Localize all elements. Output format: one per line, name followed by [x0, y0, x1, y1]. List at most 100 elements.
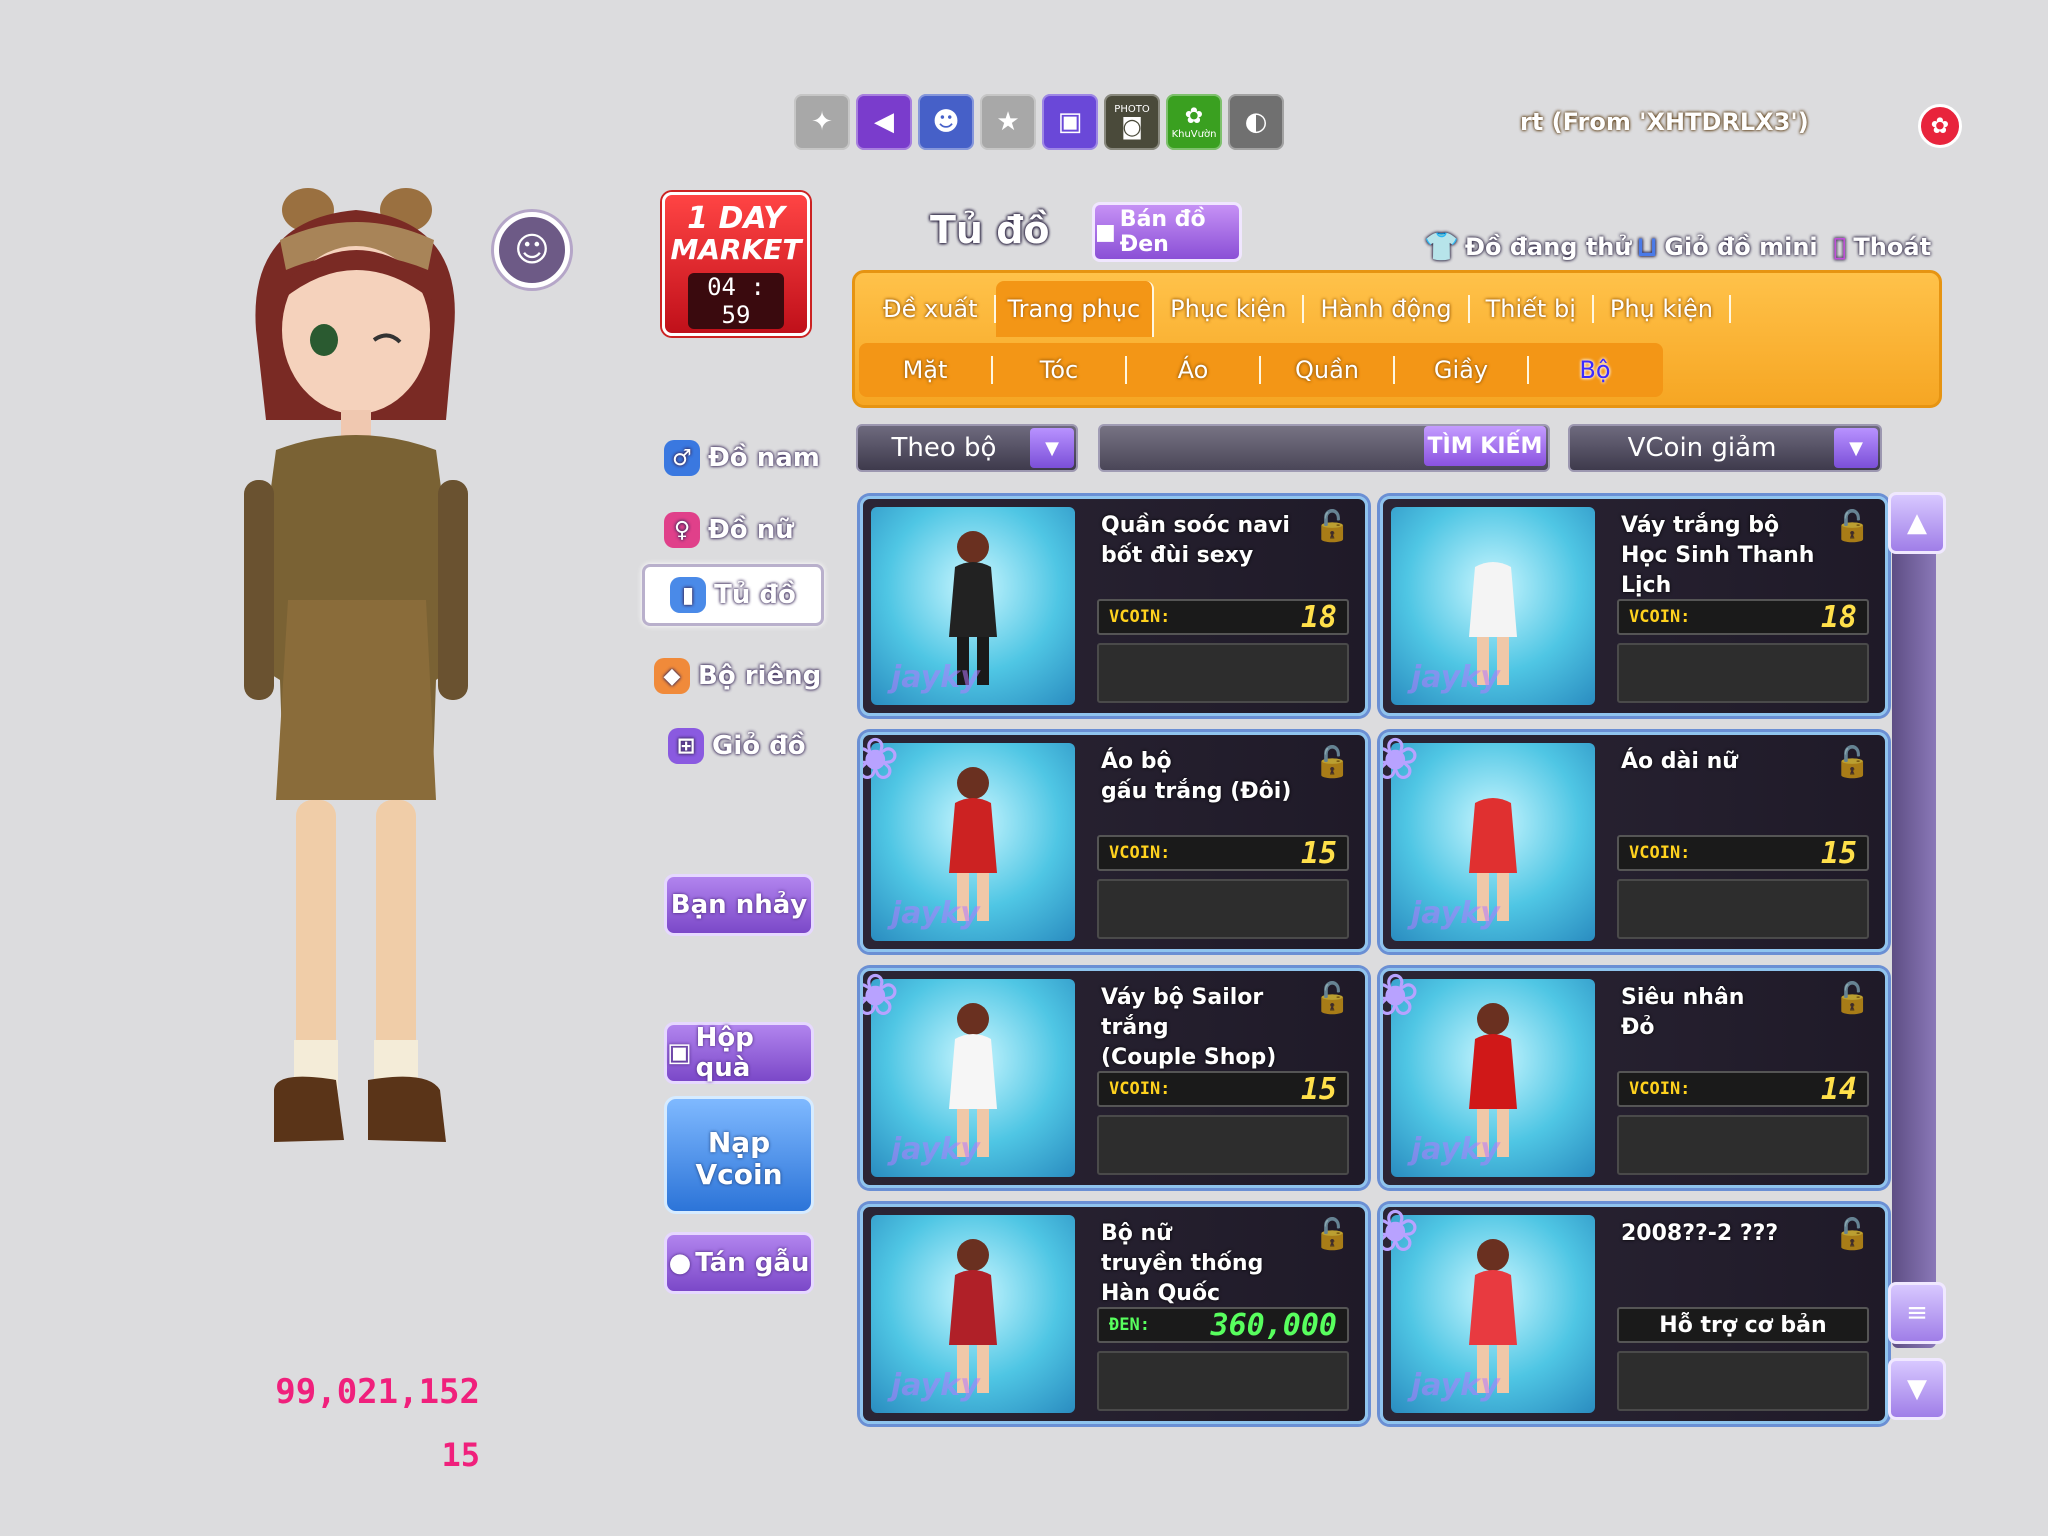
menu-women-clothes[interactable]: ♀ Đồ nữ: [664, 512, 794, 548]
menu-wardrobe[interactable]: ▮ Tủ đồ: [642, 564, 824, 626]
lock-icon[interactable]: 🔓: [1834, 1217, 1871, 1252]
new-ribbon-icon: ❀: [863, 735, 900, 793]
subtab-hair[interactable]: Tóc: [993, 356, 1127, 384]
scroll-thumb[interactable]: ≡: [1888, 1282, 1946, 1344]
lock-icon[interactable]: 🔓: [1314, 981, 1351, 1016]
item-price: VCOIN: 14: [1617, 1071, 1869, 1107]
exit-link[interactable]: ▯ Thoát: [1832, 230, 1931, 263]
category-select[interactable]: Theo bộ ▼: [856, 424, 1078, 472]
page-title: Tủ đồ: [930, 208, 1050, 252]
new-ribbon-icon: ❀: [1383, 1207, 1420, 1265]
subtab-face[interactable]: Mặt: [859, 356, 993, 384]
item-action-bar[interactable]: [1097, 643, 1349, 703]
item-card[interactable]: jayky ❀ Siêu nhân Đỏ 🔓 VCOIN: 14: [1380, 968, 1888, 1188]
item-name: Áo dài nữ: [1621, 749, 1738, 774]
item-card[interactable]: jayky ❀ Áo dài nữ 🔓 VCOIN: 15: [1380, 732, 1888, 952]
subtab-shoes[interactable]: Giầy: [1395, 356, 1529, 384]
lock-icon[interactable]: 🔓: [1314, 745, 1351, 780]
tab-accessories-1[interactable]: Phục kiện: [1154, 295, 1305, 323]
one-day-market-button[interactable]: 1 DAY MARKET 04 : 59: [662, 192, 810, 336]
item-card[interactable]: jayky ❀ 2008??-2 ??? 🔓 Hỗ trợ cơ bản: [1380, 1204, 1888, 1424]
item-image: jayky: [1391, 507, 1595, 705]
friends-icon[interactable]: ☻: [918, 94, 974, 150]
item-price: VCOIN: 18: [1617, 599, 1869, 635]
chevron-down-icon: ▼: [1030, 428, 1074, 468]
item-action-bar[interactable]: [1097, 1351, 1349, 1411]
item-action-bar[interactable]: [1617, 1351, 1869, 1411]
chat-icon: ●: [668, 1248, 692, 1278]
watermark: jayky: [891, 660, 980, 695]
tab-devices[interactable]: Thiết bị: [1470, 295, 1594, 323]
item-image: jayky: [871, 507, 1075, 705]
sell-den-button[interactable]: ■ Bán đồ Đen: [1092, 202, 1242, 262]
level-value: 15: [441, 1436, 480, 1474]
gift-box-button[interactable]: ▣ Hộp quà: [664, 1022, 814, 1084]
subtab-sets[interactable]: Bộ: [1529, 356, 1661, 384]
item-card[interactable]: jayky Váy trắng bộ Học Sinh Thanh Lịch (…: [1380, 496, 1888, 716]
menu-men-clothes[interactable]: ♂ Đồ nam: [664, 440, 820, 476]
blank-slot-icon[interactable]: ✦: [794, 94, 850, 150]
lock-icon[interactable]: 🔓: [1314, 509, 1351, 544]
lock-icon[interactable]: 🔓: [1314, 1217, 1351, 1252]
item-price: VCOIN: 15: [1097, 1071, 1349, 1107]
item-action-bar[interactable]: [1617, 643, 1869, 703]
search-button[interactable]: TÌM KIẾM: [1424, 426, 1546, 466]
user-icon: ☺: [514, 230, 550, 270]
star-slot-icon[interactable]: ★: [980, 94, 1036, 150]
garden-icon[interactable]: ✿ KhuVườn: [1166, 94, 1222, 150]
currency-label: VCOIN:: [1109, 1079, 1171, 1099]
lock-icon[interactable]: 🔓: [1834, 509, 1871, 544]
sort-select[interactable]: VCoin giảm ▼: [1568, 424, 1882, 472]
topup-vcoin-button[interactable]: Nạp Vcoin: [664, 1096, 814, 1214]
lock-icon[interactable]: 🔓: [1834, 981, 1871, 1016]
gift-icon: ▣: [667, 1038, 692, 1068]
item-card[interactable]: jayky Quần soóc navi bốt đùi sexy 🔓 VCOI…: [860, 496, 1368, 716]
watermark: jayky: [1411, 1368, 1500, 1403]
item-action-bar[interactable]: [1617, 1115, 1869, 1175]
mini-basket-link[interactable]: ⊔ Giỏ đồ mini: [1636, 230, 1818, 263]
menu-private-sets[interactable]: ◆ Bộ riêng: [654, 658, 821, 694]
menu-basket[interactable]: ⊞ Giỏ đồ: [668, 728, 806, 764]
item-price: VCOIN: 18: [1097, 599, 1349, 635]
price-value: 360,000: [1210, 1307, 1337, 1343]
menu-private-sets-label: Bộ riêng: [698, 661, 822, 691]
scroll-up-button[interactable]: ▲: [1888, 492, 1946, 554]
item-name: Váy bộ Sailor trắng (Couple Shop): [1101, 985, 1277, 1070]
scroll-down-button[interactable]: ▼: [1888, 1358, 1946, 1420]
item-card[interactable]: jayky Bộ nữ truyền thống Hàn Quốc 🔓 ĐEN:…: [860, 1204, 1368, 1424]
item-action-bar[interactable]: [1097, 1115, 1349, 1175]
photo-icon[interactable]: PHOTO ◙: [1104, 94, 1160, 150]
gift-box-label: Hộp quà: [695, 1023, 754, 1083]
market-line-2: MARKET: [670, 233, 802, 266]
item-action-bar[interactable]: [1617, 879, 1869, 939]
tab-actions[interactable]: Hành động: [1304, 295, 1470, 323]
alert-icon[interactable]: ✿: [1918, 104, 1962, 148]
price-value: 18: [1820, 599, 1857, 635]
topup-line-1: Nạp: [707, 1126, 771, 1159]
megaphone-icon[interactable]: ◀: [856, 94, 912, 150]
sort-select-value: VCoin giảm: [1627, 433, 1777, 463]
lock-icon[interactable]: 🔓: [1834, 745, 1871, 780]
sub-tab-row: Mặt Tóc Áo Quần Giầy Bộ: [859, 343, 1663, 397]
subtab-pants[interactable]: Quần: [1261, 356, 1395, 384]
subtab-top[interactable]: Áo: [1127, 356, 1261, 384]
item-card[interactable]: jayky ❀ Váy bộ Sailor trắng (Couple Shop…: [860, 968, 1368, 1188]
tv-icon[interactable]: ▣: [1042, 94, 1098, 150]
pet-icon[interactable]: ◐: [1228, 94, 1284, 150]
item-name: Quần soóc navi bốt đùi sexy: [1101, 513, 1290, 568]
item-image: jayky: [1391, 1215, 1595, 1413]
trying-on-link[interactable]: 👕 Đồ đang thử: [1424, 230, 1631, 263]
item-action-bar[interactable]: [1097, 879, 1349, 939]
tab-outfits[interactable]: Trang phục: [995, 281, 1155, 337]
price-value: 15: [1820, 835, 1857, 871]
tab-accessories-2[interactable]: Phụ kiện: [1594, 295, 1731, 323]
scrollbar-track[interactable]: [1892, 548, 1936, 1348]
tab-recommended[interactable]: Đề xuất: [867, 295, 996, 323]
chat-button[interactable]: ● Tán gẫu: [664, 1232, 814, 1294]
category-tabs: Đề xuất Trang phục Phục kiện Hành động T…: [852, 270, 1942, 408]
currency-label: VCOIN:: [1109, 607, 1171, 627]
chevron-up-icon: ▲: [1907, 508, 1927, 538]
item-card[interactable]: jayky ❀ Áo bộ gấu trắng (Đôi) 🔓 VCOIN: 15: [860, 732, 1368, 952]
dance-partner-button[interactable]: Bạn nhảy: [664, 874, 814, 936]
profile-button[interactable]: ☺: [494, 212, 570, 288]
